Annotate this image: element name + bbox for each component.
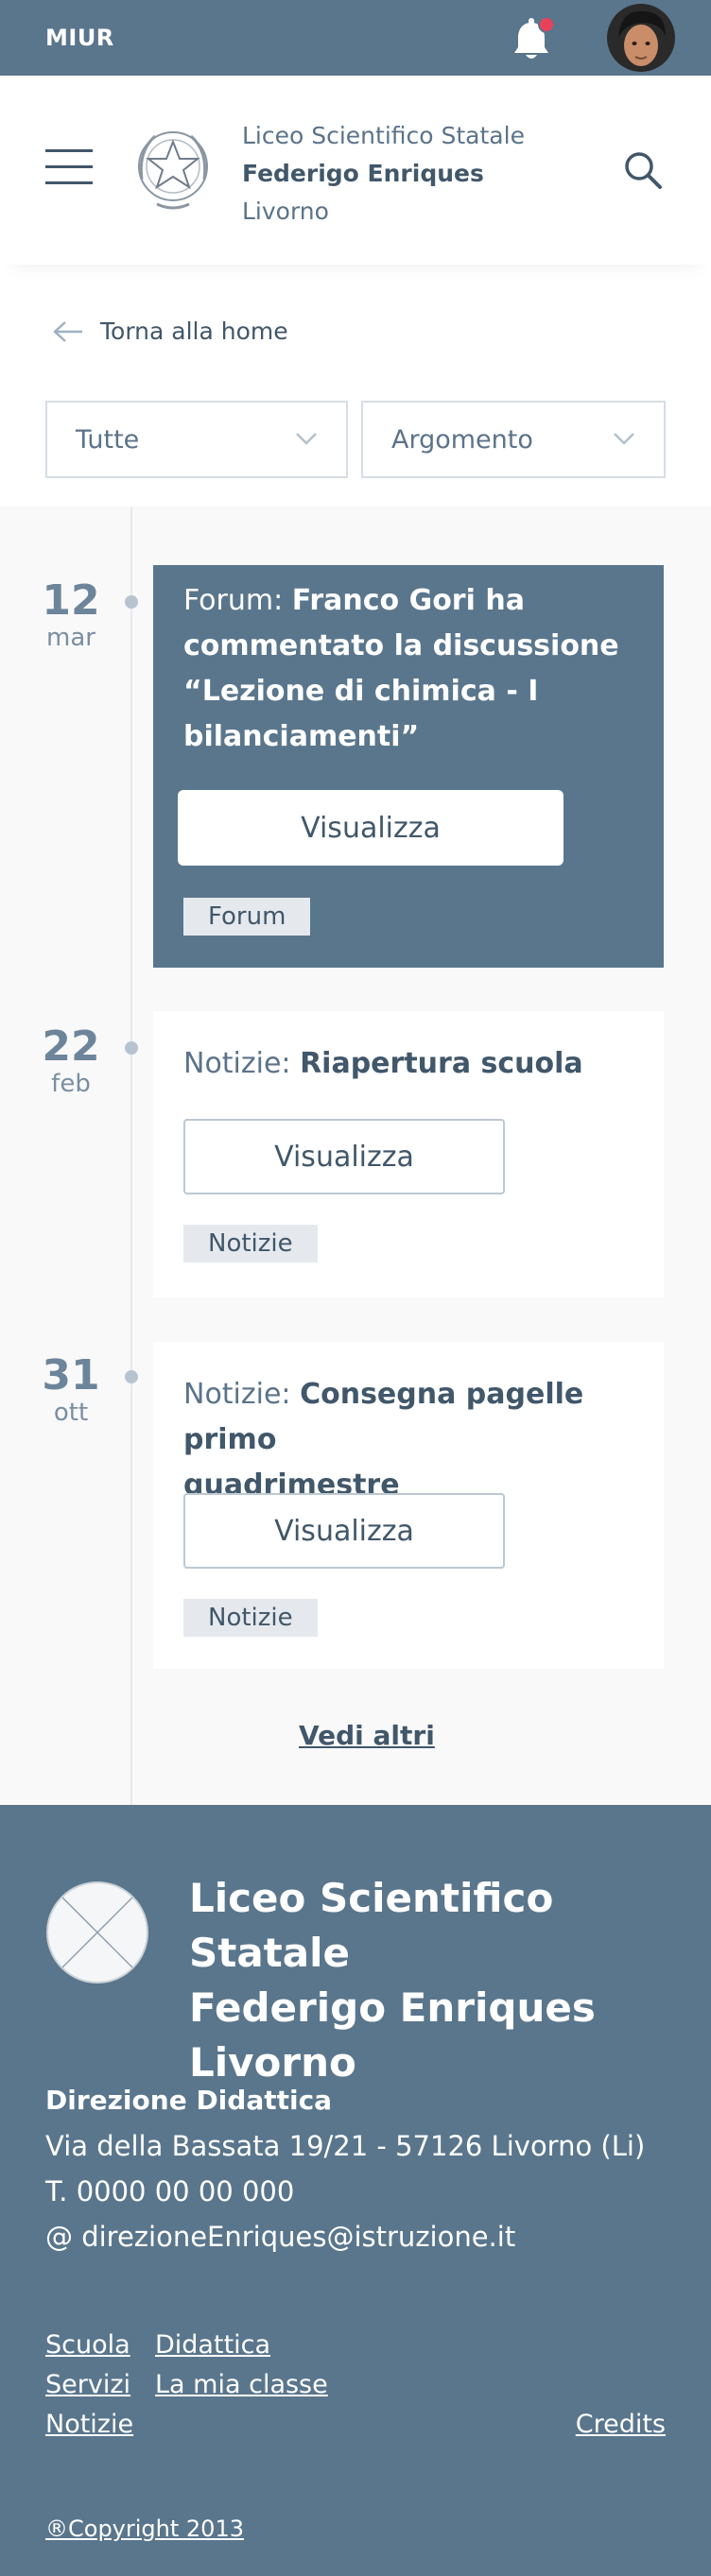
menu-hamburger-icon[interactable] xyxy=(45,149,93,185)
school-name-line3: Livorno xyxy=(242,197,329,225)
card-title-line: bilanciamenti” xyxy=(183,720,420,753)
category-tag[interactable]: Forum xyxy=(183,898,311,936)
footer-phone: T. 0000 00 00 000 xyxy=(45,2175,295,2207)
card-title: Notizie: Consegna pagelle primo quadrime… xyxy=(183,1372,664,1508)
card-title: Forum: Franco Gori ha commentato la disc… xyxy=(183,578,619,760)
chevron-down-icon xyxy=(614,433,634,445)
view-button[interactable]: Visualizza xyxy=(178,790,564,866)
arrow-left-icon xyxy=(53,320,82,342)
card-prefix: Notizie: xyxy=(183,1378,301,1411)
view-button[interactable]: Visualizza xyxy=(183,1119,505,1194)
timeline-date: 31 ott xyxy=(38,1351,104,1428)
filter-label: Argomento xyxy=(391,424,533,455)
chevron-down-icon xyxy=(296,433,317,445)
card-title-line: Riapertura scuola xyxy=(300,1047,583,1080)
filter-select-tutte[interactable]: Tutte xyxy=(45,401,348,478)
filter-select-argomento[interactable]: Argomento xyxy=(361,401,666,478)
footer-address: Via della Bassata 19/21 - 57126 Livorno … xyxy=(45,2130,646,2162)
timeline-section: 12 mar Forum: Franco Gori ha commentato … xyxy=(0,507,711,1805)
brand-label[interactable]: MIUR xyxy=(45,25,114,51)
footer-email[interactable]: @ direzioneEnriques@istruzione.it xyxy=(45,2221,515,2253)
footer-name-line: Livorno xyxy=(189,2039,356,2086)
back-home-link[interactable]: Torna alla home xyxy=(53,318,288,345)
date-day: 22 xyxy=(42,1022,100,1071)
filter-label: Tutte xyxy=(76,424,140,455)
date-month: mar xyxy=(46,624,95,652)
timeline-dot xyxy=(125,1370,138,1383)
footer-copyright[interactable]: ®Copyright 2013 xyxy=(45,2516,244,2542)
footer-direction-heading: Direzione Didattica xyxy=(45,2085,333,2116)
date-day: 12 xyxy=(42,576,100,625)
date-month: ott xyxy=(53,1399,89,1427)
timeline-date: 22 feb xyxy=(38,1022,104,1099)
card-title-line: “Lezione di chimica - I xyxy=(183,675,539,708)
date-month: feb xyxy=(51,1070,91,1098)
timeline-card: Notizie: Riapertura scuola Visualizza No… xyxy=(153,1011,664,1297)
footer-link-credits[interactable]: Credits xyxy=(576,2410,666,2439)
card-title-line: Franco Gori ha xyxy=(291,584,525,617)
date-day: 31 xyxy=(42,1351,100,1400)
category-tag[interactable]: Notizie xyxy=(183,1599,318,1637)
card-title-line: commentato la discussione xyxy=(183,629,619,662)
notification-bell-icon[interactable] xyxy=(511,15,556,64)
timeline-card: Forum: Franco Gori ha commentato la disc… xyxy=(153,565,664,968)
footer-name-line: Federigo Enriques xyxy=(189,1984,596,2031)
timeline-date: 12 mar xyxy=(38,576,104,653)
timeline-dot xyxy=(125,595,138,609)
footer-link-didattica[interactable]: Didattica xyxy=(155,2330,270,2360)
footer-link-notizie[interactable]: Notizie xyxy=(45,2410,133,2439)
republic-emblem-icon[interactable] xyxy=(132,123,214,214)
view-button[interactable]: Visualizza xyxy=(183,1493,505,1569)
user-avatar[interactable] xyxy=(607,4,675,72)
footer-logo-placeholder-icon xyxy=(45,1880,149,1984)
top-bar: MIUR xyxy=(0,0,711,76)
timeline-line xyxy=(130,507,132,1805)
back-home-label: Torna alla home xyxy=(100,318,288,345)
timeline-dot xyxy=(125,1041,138,1055)
card-prefix: Notizie: xyxy=(183,1047,301,1080)
timeline-card: Notizie: Consegna pagelle primo quadrime… xyxy=(153,1342,664,1669)
school-name-line2: Federigo Enriques xyxy=(242,160,484,187)
search-icon[interactable] xyxy=(622,149,664,191)
footer-link-classe[interactable]: La mia classe xyxy=(155,2370,328,2399)
school-name-line1: Liceo Scientifico Statale xyxy=(242,122,525,149)
footer-school-name: Liceo Scientifico Statale Federigo Enriq… xyxy=(189,1871,711,2090)
site-footer: Liceo Scientifico Statale Federigo Enriq… xyxy=(0,1805,711,2576)
see-more-link[interactable]: Vedi altri xyxy=(299,1720,435,1751)
school-name[interactable]: Liceo Scientifico Statale Federigo Enriq… xyxy=(242,117,525,231)
footer-name-line: Liceo Scientifico Statale xyxy=(189,1875,554,1976)
footer-link-servizi[interactable]: Servizi xyxy=(45,2370,130,2399)
card-prefix: Forum: xyxy=(183,584,292,617)
category-tag[interactable]: Notizie xyxy=(183,1225,318,1262)
footer-link-scuola[interactable]: Scuola xyxy=(45,2330,130,2360)
card-title: Notizie: Riapertura scuola xyxy=(183,1041,583,1087)
